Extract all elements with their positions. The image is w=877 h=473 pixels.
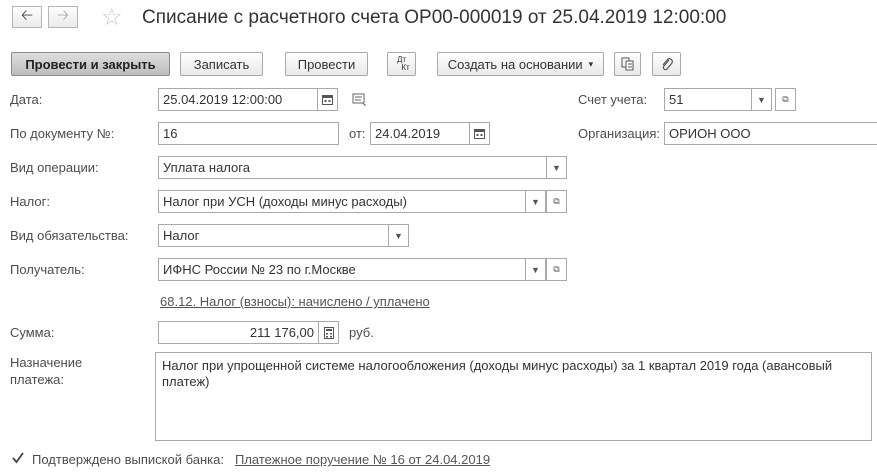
checkmark-icon	[12, 452, 24, 464]
account-field[interactable]: 51	[664, 88, 752, 111]
operation-field[interactable]: Уплата налога	[158, 156, 547, 179]
recipient-field[interactable]: ИФНС России № 23 по г.Москве	[158, 258, 526, 281]
chevron-down-icon: ▼	[394, 230, 403, 241]
calculator-button[interactable]	[318, 321, 339, 344]
arrow-left-icon: 🡠	[20, 6, 34, 24]
open-icon: ⧉	[553, 196, 560, 206]
chevron-down-icon: ▼	[757, 94, 766, 105]
calendar-icon	[474, 129, 485, 139]
account-68-link[interactable]: 68.12. Налог (взносы): начислено / уплач…	[160, 294, 430, 309]
from-label: от:	[349, 126, 366, 141]
chevron-down-icon: ▼	[552, 162, 561, 173]
chevron-down-icon: ▼	[531, 264, 540, 275]
doc-number-label: По документу №:	[10, 126, 115, 141]
purpose-textarea[interactable]: Налог при упрощенной системе налогооблож…	[155, 352, 872, 441]
post-button[interactable]: Провести	[285, 52, 368, 76]
post-and-close-button[interactable]: Провести и закрыть	[11, 52, 170, 76]
chevron-down-icon: ▾	[588, 58, 594, 69]
calendar-button[interactable]	[317, 88, 338, 111]
currency-label: руб.	[349, 325, 374, 340]
from-calendar-button[interactable]	[469, 122, 490, 145]
confirmed-label: Подтверждено выпиской банка:	[32, 452, 224, 467]
confirmed-checkbox[interactable]	[11, 451, 24, 464]
date-label: Дата:	[10, 92, 43, 107]
recipient-open-button[interactable]: ⧉	[546, 258, 567, 281]
create-based-label: Создать на основании	[447, 56, 583, 72]
save-button[interactable]: Записать	[180, 52, 263, 76]
star-icon[interactable]: ☆	[101, 3, 123, 32]
paperclip-icon	[662, 58, 673, 71]
document-structure-icon	[621, 57, 633, 71]
account-label: Счет учета:	[578, 92, 648, 107]
forward-button[interactable]: 🡢	[48, 6, 78, 28]
sum-field[interactable]: 211 176,00	[158, 321, 319, 344]
open-icon: ⧉	[782, 94, 789, 104]
liability-field[interactable]: Налог	[158, 224, 389, 247]
liability-label: Вид обязательства:	[10, 228, 129, 243]
tax-field[interactable]: Налог при УСН (доходы минус расходы)	[158, 190, 526, 213]
calendar-icon	[322, 95, 333, 105]
history-icon[interactable]	[352, 93, 368, 110]
payment-order-link[interactable]: Платежное поручение № 16 от 24.04.2019	[235, 452, 490, 467]
tax-dropdown-button[interactable]: ▼	[525, 190, 546, 213]
kt-label: Кт	[401, 63, 410, 72]
calculator-icon	[323, 326, 334, 339]
date-field[interactable]: 25.04.2019 12:00:00	[158, 88, 318, 111]
organization-label: Организация:	[578, 126, 661, 141]
tax-label: Налог:	[10, 194, 50, 209]
page-title: Списание с расчетного счета ОР00-000019 …	[142, 7, 727, 28]
structure-button[interactable]	[614, 52, 641, 76]
arrow-right-icon: 🡢	[56, 6, 70, 24]
recipient-dropdown-button[interactable]: ▼	[525, 258, 546, 281]
dt-kt-button[interactable]: Дт Кт	[387, 52, 416, 76]
liability-dropdown-button[interactable]: ▼	[388, 224, 409, 247]
chevron-down-icon: ▼	[531, 196, 540, 207]
recipient-label: Получатель:	[10, 262, 85, 277]
operation-dropdown-button[interactable]: ▼	[546, 156, 567, 179]
operation-label: Вид операции:	[10, 160, 99, 175]
account-open-button[interactable]: ⧉	[775, 88, 796, 111]
purpose-label-line2: платежа:	[10, 372, 64, 387]
from-date-field[interactable]: 24.04.2019	[370, 122, 470, 145]
sum-label: Сумма:	[10, 325, 55, 340]
purpose-label-line1: Назначение	[10, 355, 83, 370]
organization-field[interactable]: ОРИОН ООО	[664, 122, 877, 145]
doc-number-field[interactable]: 16	[158, 122, 339, 145]
create-based-on-button[interactable]: Создать на основании ▾	[437, 52, 604, 76]
attach-button[interactable]	[652, 52, 681, 76]
back-button[interactable]: 🡠	[12, 6, 42, 28]
open-icon: ⧉	[553, 264, 560, 274]
account-dropdown-button[interactable]: ▼	[751, 88, 772, 111]
tax-open-button[interactable]: ⧉	[546, 190, 567, 213]
